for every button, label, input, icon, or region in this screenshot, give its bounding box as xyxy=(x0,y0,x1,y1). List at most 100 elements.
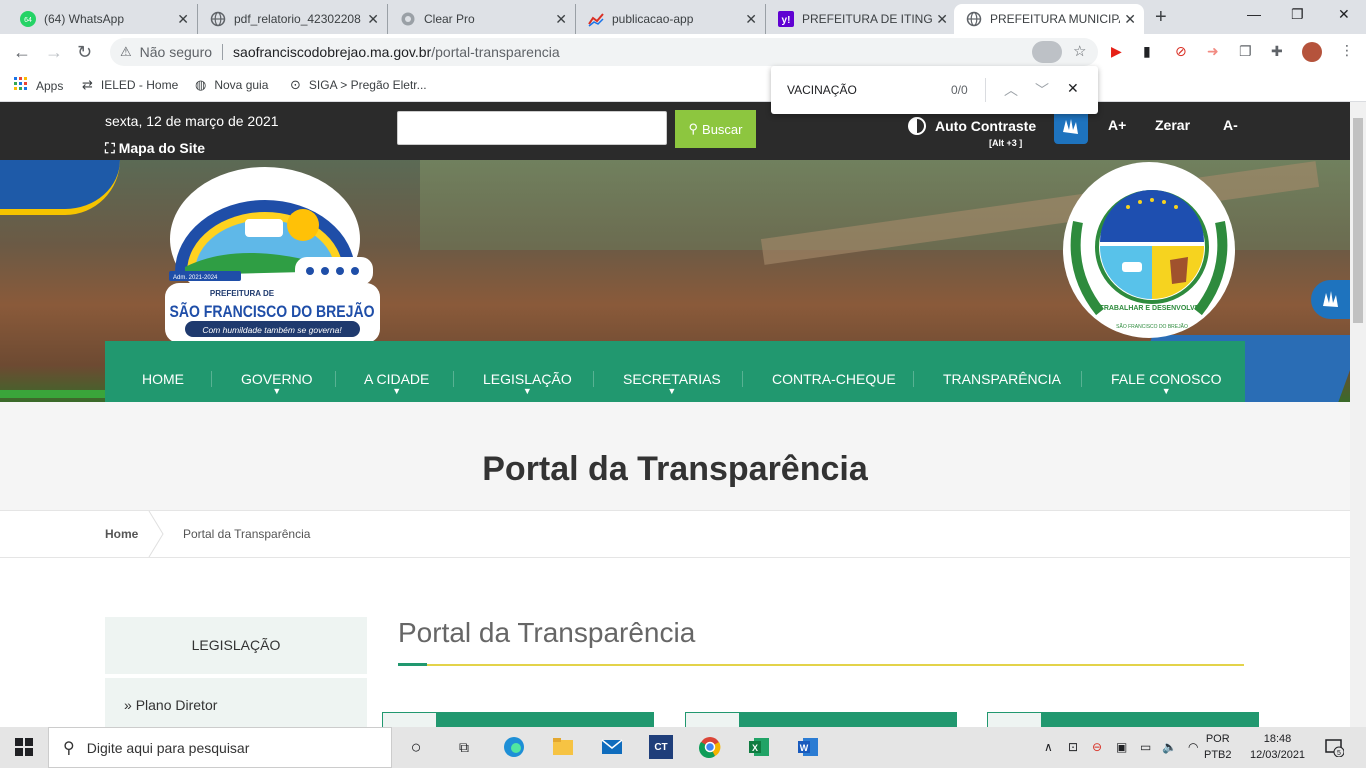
notification-center-icon[interactable]: 5 xyxy=(1322,735,1346,759)
find-previous-icon[interactable]: ︿ xyxy=(1004,80,1018,100)
nav-legislacao[interactable]: LEGISLAÇÃO ▼ xyxy=(483,371,572,396)
bookmark-apps[interactable]: Apps xyxy=(14,77,63,94)
tab-prefeitura-municipal-active[interactable]: PREFEITURA MUNICIPA ✕ xyxy=(954,4,1144,34)
tab-prefeitura-itinga[interactable]: y! PREFEITURA DE ITINGA ✕ xyxy=(766,4,956,34)
site-search-input[interactable] xyxy=(397,111,667,145)
bookmark-label: Apps xyxy=(36,78,64,93)
task-view-icon[interactable]: ⧉ xyxy=(452,735,476,759)
tab-pdf-relatorio[interactable]: pdf_relatorio_42302208 ✕ xyxy=(198,4,388,34)
sidebar-title: LEGISLAÇÃO xyxy=(105,617,367,674)
clock-time: 18:48 xyxy=(1263,733,1292,745)
reload-icon[interactable]: ↻ xyxy=(77,42,92,63)
bookmark-ieled[interactable]: ⇄ IELED - Home xyxy=(82,77,178,93)
nav-a-cidade[interactable]: A CIDADE ▼ xyxy=(364,371,429,396)
menu-kebab-icon[interactable]: ⋮ xyxy=(1340,42,1354,59)
municipal-coat-of-arms[interactable]: TRABALHAR E DESENVOLVER SÃO FRANCISCO DO… xyxy=(1060,162,1238,342)
minimize-icon[interactable]: — xyxy=(1247,6,1261,22)
tray-chevron-up-icon[interactable]: ∧ xyxy=(1044,740,1053,754)
nav-secretarias[interactable]: SECRETARIAS ▼ xyxy=(623,371,721,396)
close-tab-icon[interactable]: ✕ xyxy=(177,11,189,28)
prefeitura-logo[interactable]: Adm. 2021-2024 PREFEITURA DE SÃO FRANCIS… xyxy=(165,167,380,343)
nav-fale-conosco[interactable]: FALE CONOSCO ▼ xyxy=(1111,371,1221,396)
block-extension-icon[interactable]: ⊘ xyxy=(1175,43,1187,60)
breadcrumb-separator-icon xyxy=(148,511,164,557)
taskbar-search-box[interactable]: ⚲ Digite aqui para pesquisar xyxy=(48,727,392,768)
ct-app-icon[interactable]: CT xyxy=(649,735,673,759)
vlibras-side-widget-icon[interactable] xyxy=(1311,280,1350,319)
find-input[interactable]: VACINAÇÃO xyxy=(787,83,857,97)
restore-icon[interactable]: ❐ xyxy=(1291,6,1304,23)
tray-display-icon[interactable]: ▣ xyxy=(1116,740,1127,754)
tab-publicacao-app[interactable]: publicacao-app ✕ xyxy=(576,4,766,34)
close-window-icon[interactable]: ✕ xyxy=(1338,6,1350,23)
bookmark-nova-guia[interactable]: ◍ Nova guia xyxy=(195,77,268,93)
transparency-card[interactable] xyxy=(382,712,654,727)
chrome-icon[interactable] xyxy=(698,735,722,759)
tray-battery-icon[interactable]: ▭ xyxy=(1140,740,1151,754)
arrow-extension-icon[interactable]: ➜ xyxy=(1207,43,1219,60)
tab-title: PREFEITURA DE ITINGA xyxy=(802,12,932,26)
scrollbar-thumb[interactable] xyxy=(1353,118,1363,323)
star-bookmark-icon[interactable]: ☆ xyxy=(1073,42,1086,60)
nav-contra-cheque[interactable]: CONTRA-CHEQUE xyxy=(772,371,896,387)
page-find-icon[interactable] xyxy=(1032,41,1062,63)
word-icon[interactable]: W xyxy=(796,735,820,759)
font-reset-button[interactable]: Zerar xyxy=(1155,117,1190,133)
globe-icon xyxy=(210,11,226,27)
nav-divider xyxy=(453,371,454,387)
warning-triangle-icon[interactable]: ⚠ xyxy=(120,44,132,60)
search-button[interactable]: ⚲ Buscar xyxy=(675,110,756,148)
youtube-extension-icon[interactable]: ▶ xyxy=(1111,43,1122,60)
profile-avatar[interactable] xyxy=(1302,42,1322,62)
cortana-icon[interactable]: ○ xyxy=(404,735,428,759)
font-increase-button[interactable]: A+ xyxy=(1108,117,1126,133)
file-explorer-icon[interactable] xyxy=(551,735,575,759)
vlibras-icon[interactable] xyxy=(1054,110,1088,144)
tray-network-alert-icon[interactable]: ⊖ xyxy=(1092,740,1102,754)
chevron-down-icon: ▼ xyxy=(667,386,677,396)
find-next-icon[interactable]: ﹀ xyxy=(1035,80,1049,100)
decorative-corner xyxy=(0,160,120,215)
nav-label: LEGISLAÇÃO xyxy=(483,371,572,387)
close-tab-icon[interactable]: ✕ xyxy=(936,11,948,28)
excel-icon[interactable]: X xyxy=(747,735,771,759)
puzzle-extensions-icon[interactable]: ✚ xyxy=(1271,43,1283,60)
nav-transparencia[interactable]: TRANSPARÊNCIA xyxy=(943,371,1061,387)
address-bar[interactable]: ⚠ Não seguro saofranciscodobrejao.ma.gov… xyxy=(110,38,1098,66)
copy-extension-icon[interactable]: ❐ xyxy=(1239,43,1252,60)
tab-clear-pro[interactable]: Clear Pro ✕ xyxy=(388,4,576,34)
close-tab-icon[interactable]: ✕ xyxy=(555,11,567,28)
transparency-card[interactable] xyxy=(987,712,1259,727)
new-tab-icon[interactable]: + xyxy=(1155,6,1167,29)
page-scrollbar[interactable] xyxy=(1350,102,1366,727)
globe-icon: ◍ xyxy=(195,77,207,92)
font-decrease-button[interactable]: A- xyxy=(1223,117,1238,133)
system-clock[interactable]: 18:48 12/03/2021 xyxy=(1250,731,1305,763)
nav-governo[interactable]: GOVERNO ▼ xyxy=(241,371,313,396)
find-close-icon[interactable]: ✕ xyxy=(1067,80,1079,97)
sitemap-link[interactable]: ⛶ Mapa do Site xyxy=(105,140,205,157)
close-tab-icon[interactable]: ✕ xyxy=(1124,11,1136,28)
svg-text:W: W xyxy=(800,743,809,753)
auto-contrast-toggle[interactable]: Auto Contraste xyxy=(908,117,1036,135)
tray-device-icon[interactable]: ⊡ xyxy=(1068,740,1078,754)
windows-start-icon[interactable] xyxy=(12,735,36,759)
tab-whatsapp[interactable]: 64 (64) WhatsApp ✕ xyxy=(8,4,198,34)
close-tab-icon[interactable]: ✕ xyxy=(367,11,379,28)
transparency-card[interactable] xyxy=(685,712,957,727)
forward-arrow-icon[interactable]: → xyxy=(45,42,63,63)
breadcrumb-home-link[interactable]: Home xyxy=(105,527,138,541)
mail-icon[interactable] xyxy=(600,735,624,759)
tray-volume-icon[interactable]: 🔈 xyxy=(1162,740,1177,754)
nav-home[interactable]: HOME xyxy=(142,371,184,387)
close-tab-icon[interactable]: ✕ xyxy=(745,11,757,28)
back-arrow-icon[interactable]: ← xyxy=(13,42,31,63)
page-title: Portal da Transparência xyxy=(482,450,868,488)
bookmark-siga[interactable]: ⊙ SIGA > Pregão Eletr... xyxy=(290,77,427,93)
input-language-indicator[interactable]: POR PTB2 xyxy=(1204,731,1232,763)
siga-icon: ⊙ xyxy=(290,77,301,92)
tray-wifi-icon[interactable]: ◠ xyxy=(1188,740,1198,754)
edge-browser-icon[interactable] xyxy=(502,735,526,759)
sidebar-item-plano-diretor[interactable]: » Plano Diretor xyxy=(105,678,367,727)
signal-extension-icon[interactable]: ▮ xyxy=(1143,43,1151,60)
